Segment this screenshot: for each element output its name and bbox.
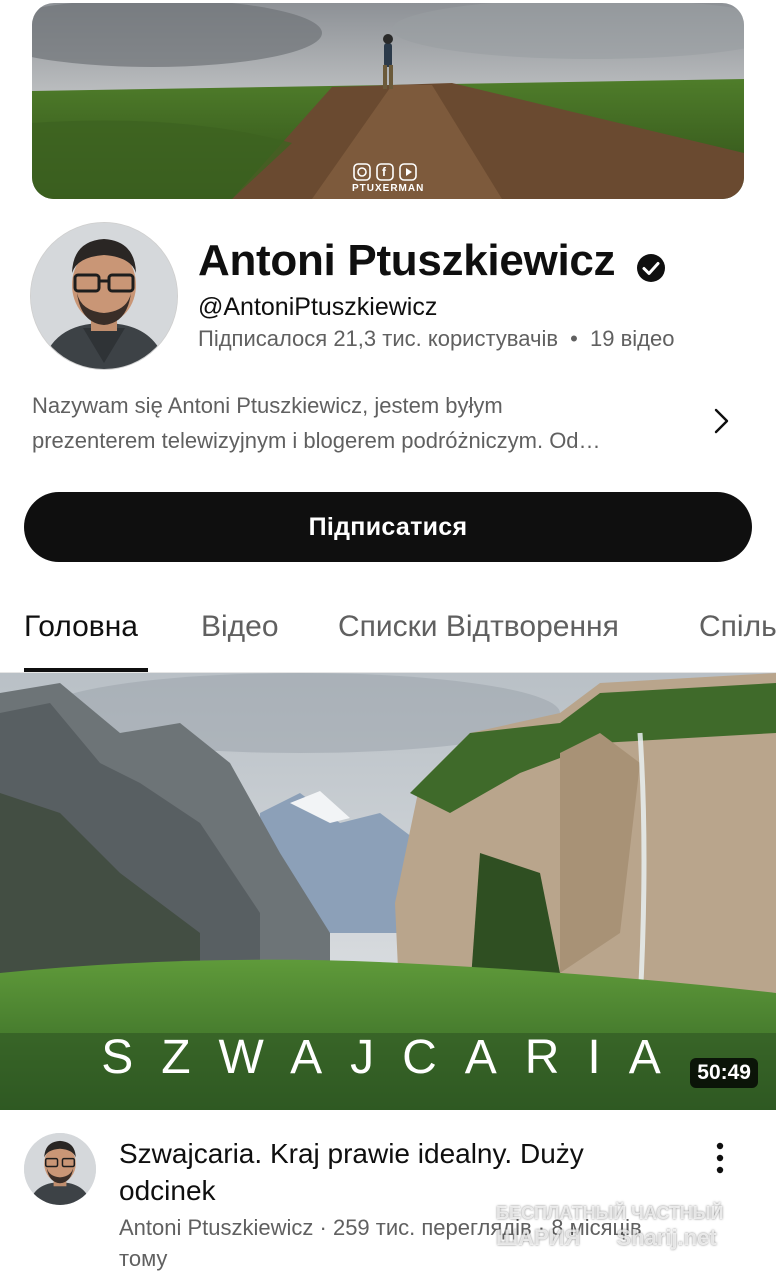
watermark-line-2: ШАРИЯ Sharij.net xyxy=(496,1224,766,1252)
description-line-2: prezenterem telewizyjnym i blogerem podr… xyxy=(32,428,601,453)
channel-description[interactable]: Nazywam się Antoni Ptuszkiewicz, jestem … xyxy=(32,388,692,458)
subscribe-button[interactable]: Підписатися xyxy=(24,492,752,562)
video-duration: 50:49 xyxy=(690,1058,758,1088)
channel-name: Antoni Ptuszkiewicz xyxy=(198,236,667,286)
tab-home[interactable]: Головна xyxy=(24,610,138,644)
channel-banner: f PTUXERMAN xyxy=(32,3,744,199)
channel-name-text: Antoni Ptuszkiewicz xyxy=(198,236,616,285)
tab-playlists[interactable]: Списки Відтворення xyxy=(338,610,619,644)
watermark-line-2a: ШАРИЯ xyxy=(496,1225,581,1250)
banner-brand-text: PTUXERMAN xyxy=(352,183,425,194)
watermark-line-1: БЕСПЛАТНЫЙ ЧАСТНЫЙ xyxy=(496,1203,724,1223)
channel-handle: @AntoniPtuszkiewicz xyxy=(198,293,438,321)
tab-videos[interactable]: Відео xyxy=(201,610,279,644)
tab-community[interactable]: Спіль xyxy=(699,610,776,644)
watermark-line-3: Sharij.net xyxy=(616,1225,717,1250)
channel-avatar[interactable] xyxy=(30,222,178,370)
channel-tabs: Головна Відео Списки Відтворення Спіль xyxy=(0,596,776,673)
video-title[interactable]: Szwajcaria. Kraj prawie idealny. Duży od… xyxy=(119,1135,679,1209)
description-line-1: Nazywam się Antoni Ptuszkiewicz, jestem … xyxy=(32,393,503,418)
stats-separator: • xyxy=(570,326,578,351)
watermark: БЕСПЛАТНЫЙ ЧАСТНЫЙ ШАРИЯ Sharij.net xyxy=(496,1202,766,1262)
channel-stats: Підписалося 21,3 тис. користувачів • 19 … xyxy=(198,326,674,352)
thumbnail-title-text: SZWAJCARIA xyxy=(101,1031,689,1084)
video-count: 19 відео xyxy=(589,326,675,351)
video-channel-avatar[interactable] xyxy=(24,1133,96,1205)
active-tab-indicator xyxy=(24,668,148,672)
chevron-right-icon[interactable] xyxy=(708,406,734,436)
verified-check-icon xyxy=(635,245,667,282)
more-options-icon[interactable] xyxy=(707,1140,733,1176)
subscriber-count: Підписалося 21,3 тис. користувачів xyxy=(198,326,559,351)
